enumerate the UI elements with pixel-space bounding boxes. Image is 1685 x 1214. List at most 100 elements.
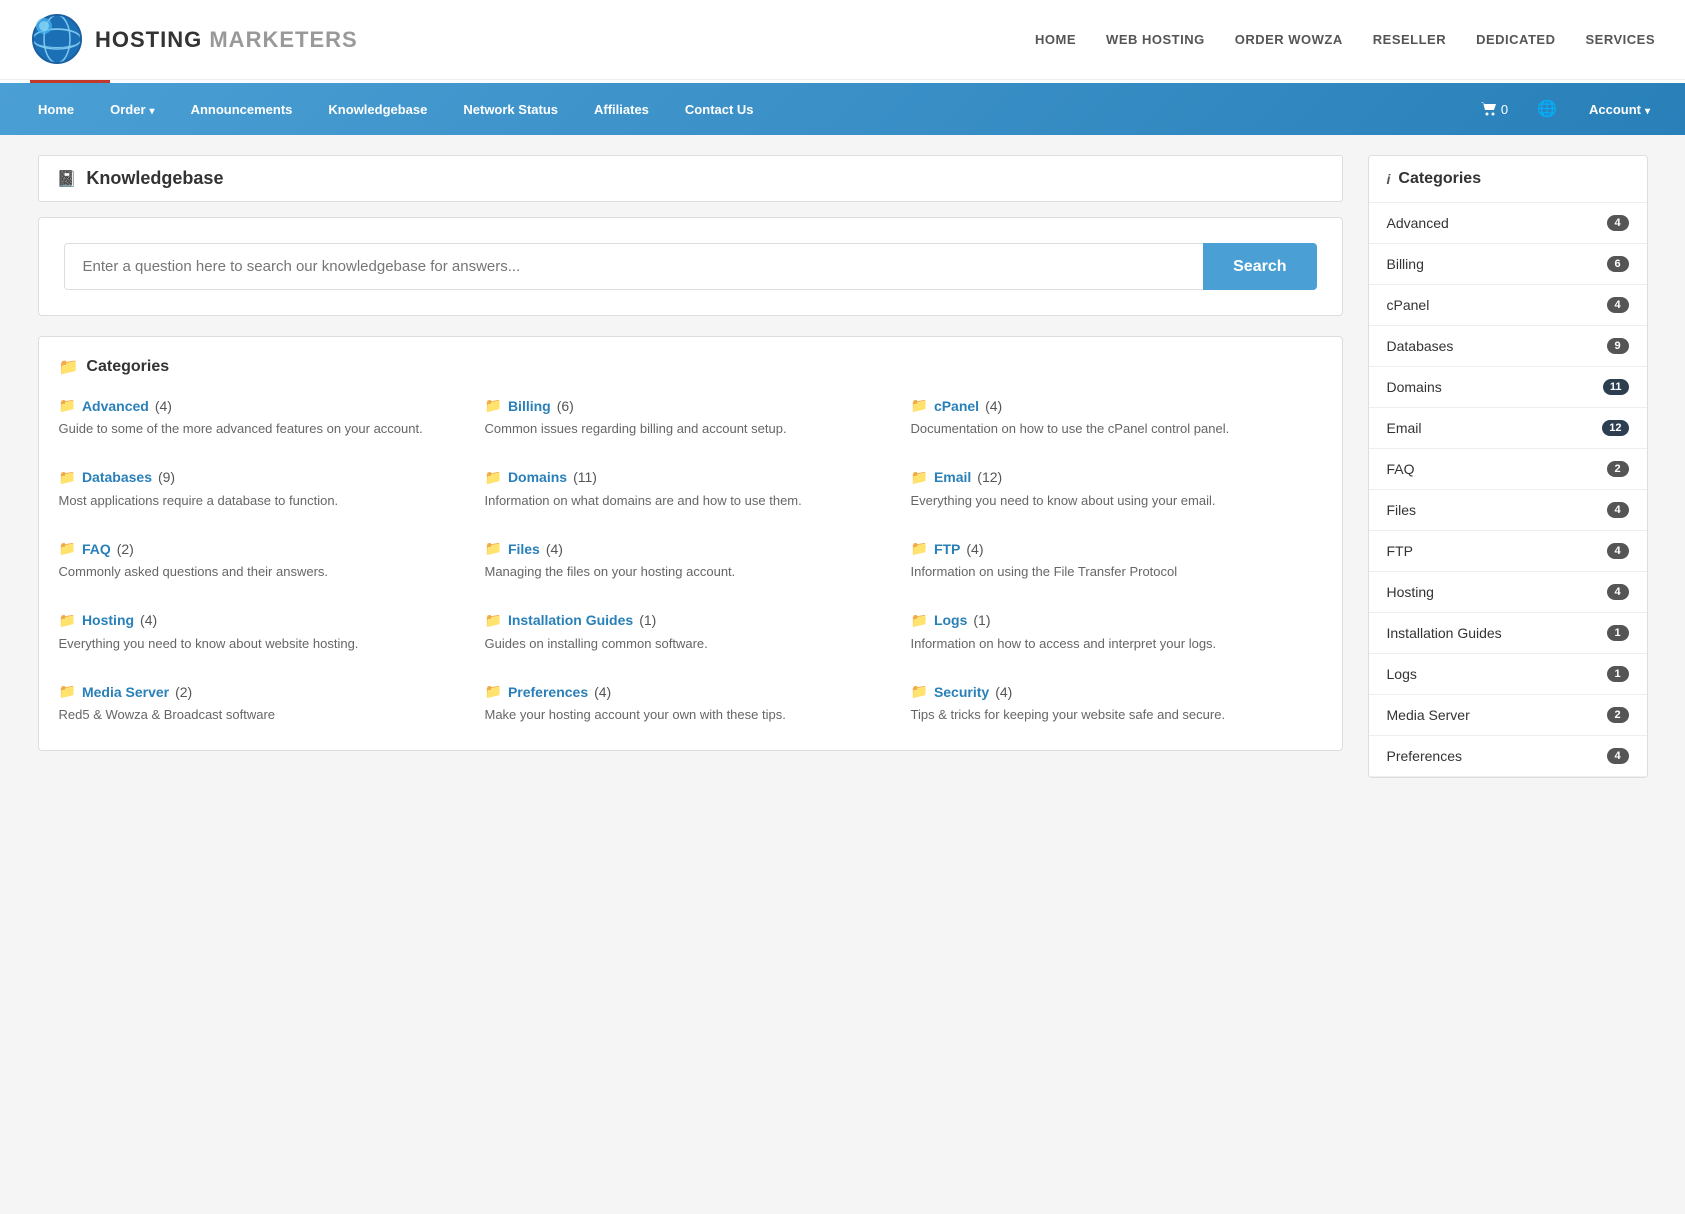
category-count-logs: (1) (973, 612, 990, 628)
category-link-advanced[interactable]: 📁 Advanced (4) (59, 397, 470, 414)
category-item-cpanel: 📁 cPanel (4) Documentation on how to use… (911, 392, 1322, 444)
category-link-billing[interactable]: 📁 Billing (6) (485, 397, 896, 414)
sidebar-cat-logs[interactable]: Logs 1 (1369, 654, 1647, 695)
category-item-billing: 📁 Billing (6) Common issues regarding bi… (485, 392, 896, 444)
category-desc-hosting: Everything you need to know about websit… (59, 634, 470, 654)
category-link-ftp[interactable]: 📁 FTP (4) (911, 540, 1322, 557)
sidebar-cat-email[interactable]: Email 12 (1369, 408, 1647, 449)
account-button[interactable]: Account (1574, 86, 1665, 133)
blue-nav-home[interactable]: Home (20, 86, 92, 133)
search-button[interactable]: Search (1203, 243, 1316, 290)
category-link-email[interactable]: 📁 Email (12) (911, 469, 1322, 486)
category-item-files: 📁 Files (4) Managing the files on your h… (485, 535, 896, 587)
sidebar-title: i Categories (1369, 156, 1647, 203)
category-item-preferences: 📁 Preferences (4) Make your hosting acco… (485, 678, 896, 730)
category-item-faq: 📁 FAQ (2) Commonly asked questions and t… (59, 535, 470, 587)
blue-nav-affiliates[interactable]: Affiliates (576, 86, 667, 133)
categories-section-title: 📁 Categories (59, 357, 1322, 377)
category-link-cpanel[interactable]: 📁 cPanel (4) (911, 397, 1322, 414)
blue-nav: Home Order Announcements Knowledgebase N… (0, 83, 1685, 135)
blue-nav-network-status[interactable]: Network Status (445, 86, 576, 133)
category-link-domains[interactable]: 📁 Domains (11) (485, 469, 896, 486)
globe-button[interactable]: 🌐 (1525, 83, 1569, 135)
search-input[interactable] (64, 243, 1204, 290)
category-count-files: (4) (546, 541, 563, 557)
sidebar-cat-badge: 4 (1607, 215, 1629, 231)
category-link-preferences[interactable]: 📁 Preferences (4) (485, 683, 896, 700)
category-link-media-server[interactable]: 📁 Media Server (2) (59, 683, 470, 700)
blue-nav-announcements[interactable]: Announcements (173, 86, 311, 133)
sidebar-cat-files[interactable]: Files 4 (1369, 490, 1647, 531)
sidebar-cat-billing[interactable]: Billing 6 (1369, 244, 1647, 285)
category-item-databases: 📁 Databases (9) Most applications requir… (59, 464, 470, 516)
blue-nav-knowledgebase[interactable]: Knowledgebase (310, 86, 445, 133)
logo-globe (30, 12, 85, 67)
logo-marketers: MARKETERS (209, 27, 357, 52)
sidebar-cat-preferences[interactable]: Preferences 4 (1369, 736, 1647, 777)
sidebar-cat-databases[interactable]: Databases 9 (1369, 326, 1647, 367)
book-icon: 📓 (57, 169, 77, 189)
folder-icon-logs: 📁 (911, 612, 928, 629)
sidebar-cat-cpanel[interactable]: cPanel 4 (1369, 285, 1647, 326)
category-count-security: (4) (995, 684, 1012, 700)
sidebar-cat-media-server[interactable]: Media Server 2 (1369, 695, 1647, 736)
sidebar-cat-advanced[interactable]: Advanced 4 (1369, 203, 1647, 244)
category-desc-preferences: Make your hosting account your own with … (485, 705, 896, 725)
blue-nav-order[interactable]: Order (92, 86, 172, 133)
folder-icon-billing: 📁 (485, 397, 502, 414)
sidebar-cat-name: Files (1387, 502, 1417, 518)
top-nav-web-hosting[interactable]: WEB HOSTING (1106, 32, 1205, 47)
sidebar-cat-name: Billing (1387, 256, 1424, 272)
page-title: Knowledgebase (86, 168, 223, 189)
top-nav: HOME WEB HOSTING ORDER WOWZA RESELLER DE… (1035, 32, 1655, 47)
category-link-hosting[interactable]: 📁 Hosting (4) (59, 612, 470, 629)
category-item-email: 📁 Email (12) Everything you need to know… (911, 464, 1322, 516)
category-link-logs[interactable]: 📁 Logs (1) (911, 612, 1322, 629)
folder-icon-files: 📁 (485, 540, 502, 557)
top-nav-order-wowza[interactable]: ORDER WOWZA (1235, 32, 1343, 47)
category-link-databases[interactable]: 📁 Databases (9) (59, 469, 470, 486)
sidebar-cat-name: Logs (1387, 666, 1417, 682)
top-nav-dedicated[interactable]: DEDICATED (1476, 32, 1555, 47)
sidebar-categories: i Categories Advanced 4 Billing 6 cPanel… (1368, 155, 1648, 778)
category-item-security: 📁 Security (4) Tips & tricks for keeping… (911, 678, 1322, 730)
sidebar-cat-badge: 12 (1602, 420, 1628, 436)
top-header: HOSTING MARKETERS HOME WEB HOSTING ORDER… (0, 0, 1685, 80)
blue-nav-contact-us[interactable]: Contact Us (667, 86, 772, 133)
sidebar-cat-hosting[interactable]: Hosting 4 (1369, 572, 1647, 613)
category-link-files[interactable]: 📁 Files (4) (485, 540, 896, 557)
sidebar-cat-badge: 4 (1607, 748, 1629, 764)
category-item-logs: 📁 Logs (1) Information on how to access … (911, 607, 1322, 659)
category-desc-security: Tips & tricks for keeping your website s… (911, 705, 1322, 725)
sidebar-cat-ftp[interactable]: FTP 4 (1369, 531, 1647, 572)
category-link-faq[interactable]: 📁 FAQ (2) (59, 540, 470, 557)
order-chevron (150, 102, 155, 117)
category-count-databases: (9) (158, 469, 175, 485)
category-link-security[interactable]: 📁 Security (4) (911, 683, 1322, 700)
sidebar-cat-faq[interactable]: FAQ 2 (1369, 449, 1647, 490)
top-nav-reseller[interactable]: RESELLER (1373, 32, 1446, 47)
cart-button[interactable]: 0 (1469, 86, 1520, 133)
top-nav-services[interactable]: SERVICES (1585, 32, 1655, 47)
cart-icon (1481, 102, 1497, 116)
sidebar-info-icon: i (1387, 171, 1391, 187)
category-desc-faq: Commonly asked questions and their answe… (59, 562, 470, 582)
category-desc-domains: Information on what domains are and how … (485, 491, 896, 511)
search-form: Search (64, 243, 1317, 290)
folder-icon-cpanel: 📁 (911, 397, 928, 414)
category-desc-ftp: Information on using the File Transfer P… (911, 562, 1322, 582)
blue-nav-left: Home Order Announcements Knowledgebase N… (20, 86, 772, 133)
category-link-installation-guides[interactable]: 📁 Installation Guides (1) (485, 612, 896, 629)
sidebar-cat-domains[interactable]: Domains 11 (1369, 367, 1647, 408)
category-item-domains: 📁 Domains (11) Information on what domai… (485, 464, 896, 516)
folder-icon-advanced: 📁 (59, 397, 76, 414)
sidebar-cat-badge: 6 (1607, 256, 1629, 272)
sidebar-cat-name: Preferences (1387, 748, 1462, 764)
sidebar-cat-name: Media Server (1387, 707, 1470, 723)
top-nav-home[interactable]: HOME (1035, 32, 1076, 47)
category-item-hosting: 📁 Hosting (4) Everything you need to kno… (59, 607, 470, 659)
sidebar-cat-installation-guides[interactable]: Installation Guides 1 (1369, 613, 1647, 654)
category-count-media-server: (2) (175, 684, 192, 700)
categories-grid: 📁 Advanced (4) Guide to some of the more… (59, 392, 1322, 730)
category-count-email: (12) (977, 469, 1002, 485)
